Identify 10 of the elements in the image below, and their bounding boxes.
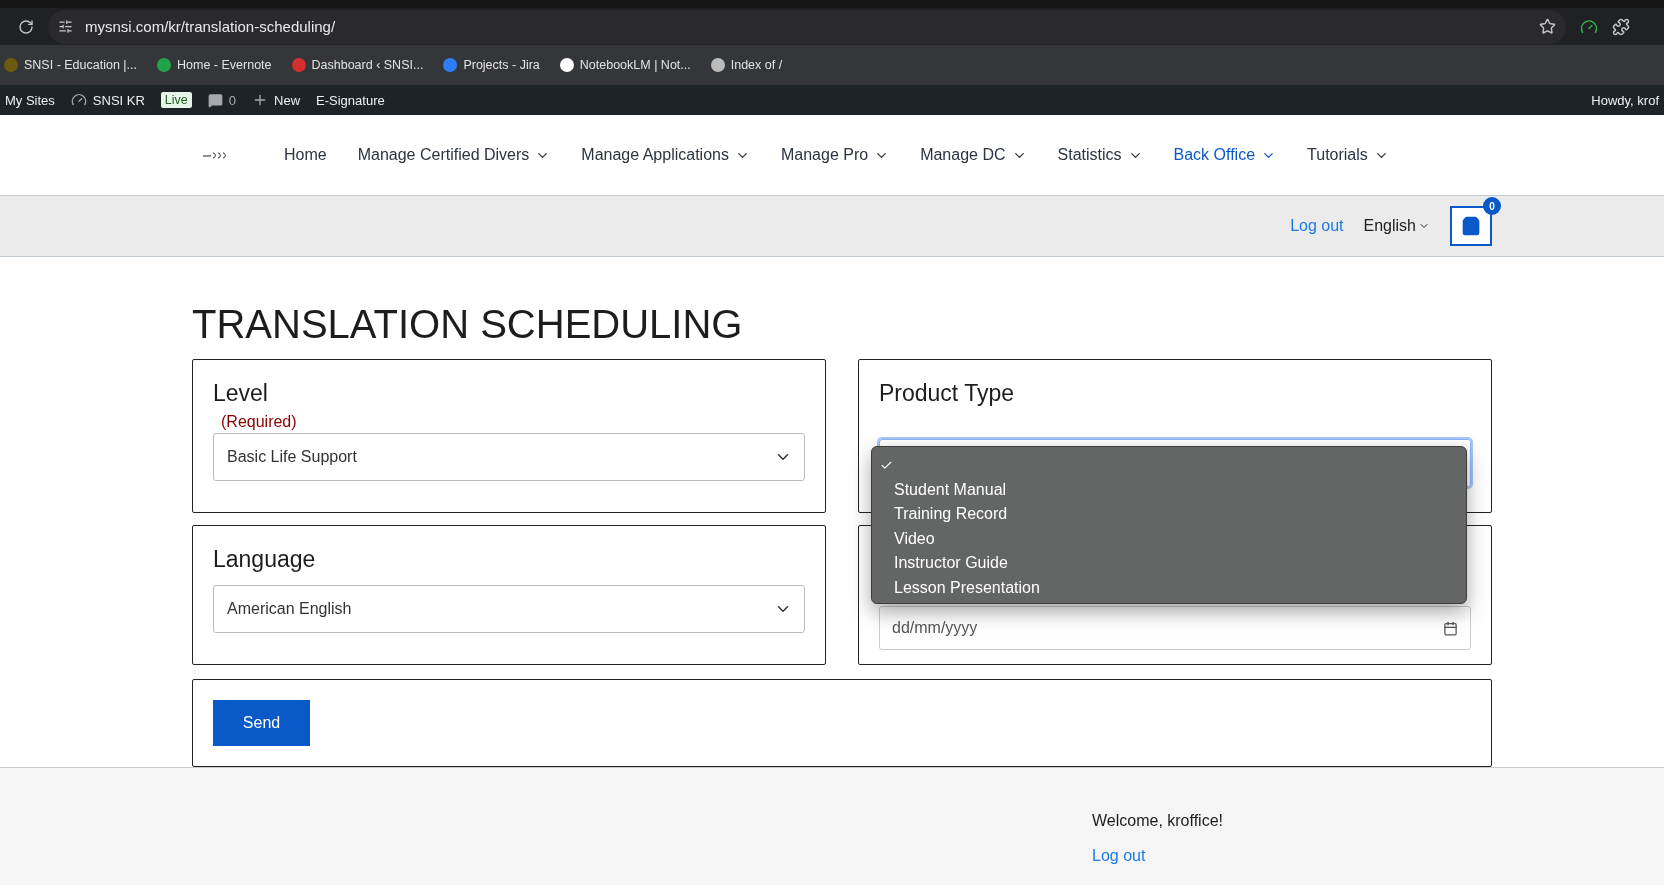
field-label: Language — [213, 546, 317, 573]
field-label: Level — [213, 380, 269, 407]
date-placeholder: dd/mm/yyyy — [892, 619, 978, 637]
welcome-text: Welcome, kroffice! — [1092, 812, 1224, 830]
cart-count-badge: 0 — [1483, 197, 1501, 215]
field-label: Product Type — [879, 380, 1016, 407]
live-badge: Live — [160, 92, 192, 108]
page-title: TRANSLATION SCHEDULING — [192, 302, 744, 347]
url-text: mysnsi.com/kr/translation-scheduling/ — [85, 18, 336, 35]
required-note: (Required) — [221, 413, 298, 431]
